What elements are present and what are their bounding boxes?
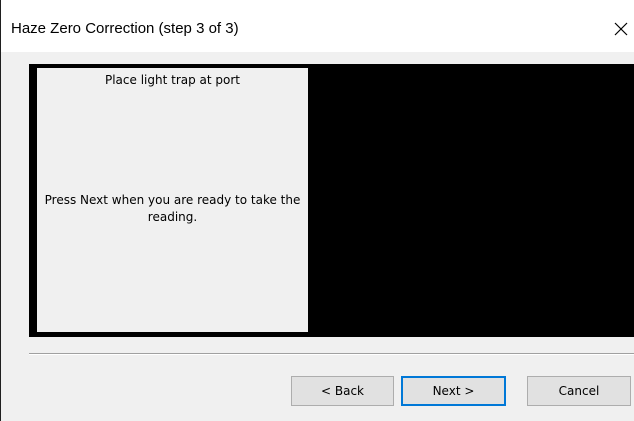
instruction-text: Press Next when you are ready to take th…	[44, 193, 301, 224]
close-button[interactable]	[607, 12, 634, 46]
back-button[interactable]: < Back	[291, 376, 394, 406]
cancel-button[interactable]: Cancel	[527, 376, 631, 406]
dialog-window: Haze Zero Correction (step 3 of 3) Place…	[0, 0, 634, 421]
dialog-content: Place light trap at port Press Next when…	[1, 52, 634, 421]
preview-area: Place light trap at port Press Next when…	[29, 64, 634, 337]
separator	[29, 353, 634, 355]
title-bar: Haze Zero Correction (step 3 of 3)	[1, 0, 634, 52]
next-button[interactable]: Next >	[401, 376, 506, 406]
window-title: Haze Zero Correction (step 3 of 3)	[11, 20, 239, 37]
instruction-heading: Place light trap at port	[104, 73, 241, 87]
instruction-panel: Place light trap at port Press Next when…	[37, 68, 308, 332]
close-icon	[614, 22, 628, 36]
